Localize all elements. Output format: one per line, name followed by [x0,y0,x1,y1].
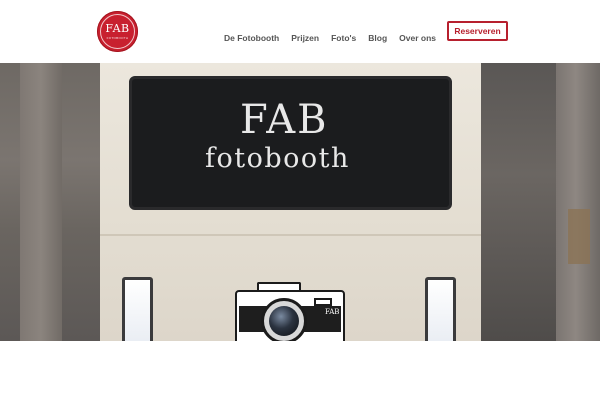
fab-logo-icon[interactable]: FAB FOTOBOOTH [97,11,138,52]
camera-label: FAB [325,308,340,316]
booth-light-left [122,277,153,341]
screen-subtitle: fotobooth [205,143,350,174]
camera-icon: FAB [235,282,345,341]
nav-item-over-ons[interactable]: Over ons [399,33,436,43]
background-left-pillar [20,63,62,341]
camera-lens [261,298,307,341]
nav-item-prijzen[interactable]: Prijzen [291,33,319,43]
nav-item-de-fotobooth[interactable]: De Fotobooth [224,33,279,43]
booth-screen: FAB fotobooth [129,76,452,210]
main-nav: De Fotobooth Prijzen Foto's Blog Over on… [224,30,448,46]
photobooth: FAB fotobooth FAB [100,63,481,341]
hero-image: FAB fotobooth FAB [0,63,600,341]
logo-text: FAB [105,22,130,35]
camera-lens-glass [269,306,299,336]
reserveren-button[interactable]: Reserveren [447,21,508,41]
background-right-pillar [556,63,600,341]
screen-title: FAB [240,97,329,143]
nav-item-blog[interactable]: Blog [368,33,387,43]
site-header: FAB FOTOBOOTH De Fotobooth Prijzen Foto'… [0,0,600,63]
booth-light-right [425,277,456,341]
logo-subtext: FOTOBOOTH [106,36,129,40]
booth-seam [100,234,481,236]
background-rust-patch [568,209,590,264]
camera-body: FAB [235,290,345,341]
nav-item-fotos[interactable]: Foto's [331,33,356,43]
camera-flash [314,298,332,306]
